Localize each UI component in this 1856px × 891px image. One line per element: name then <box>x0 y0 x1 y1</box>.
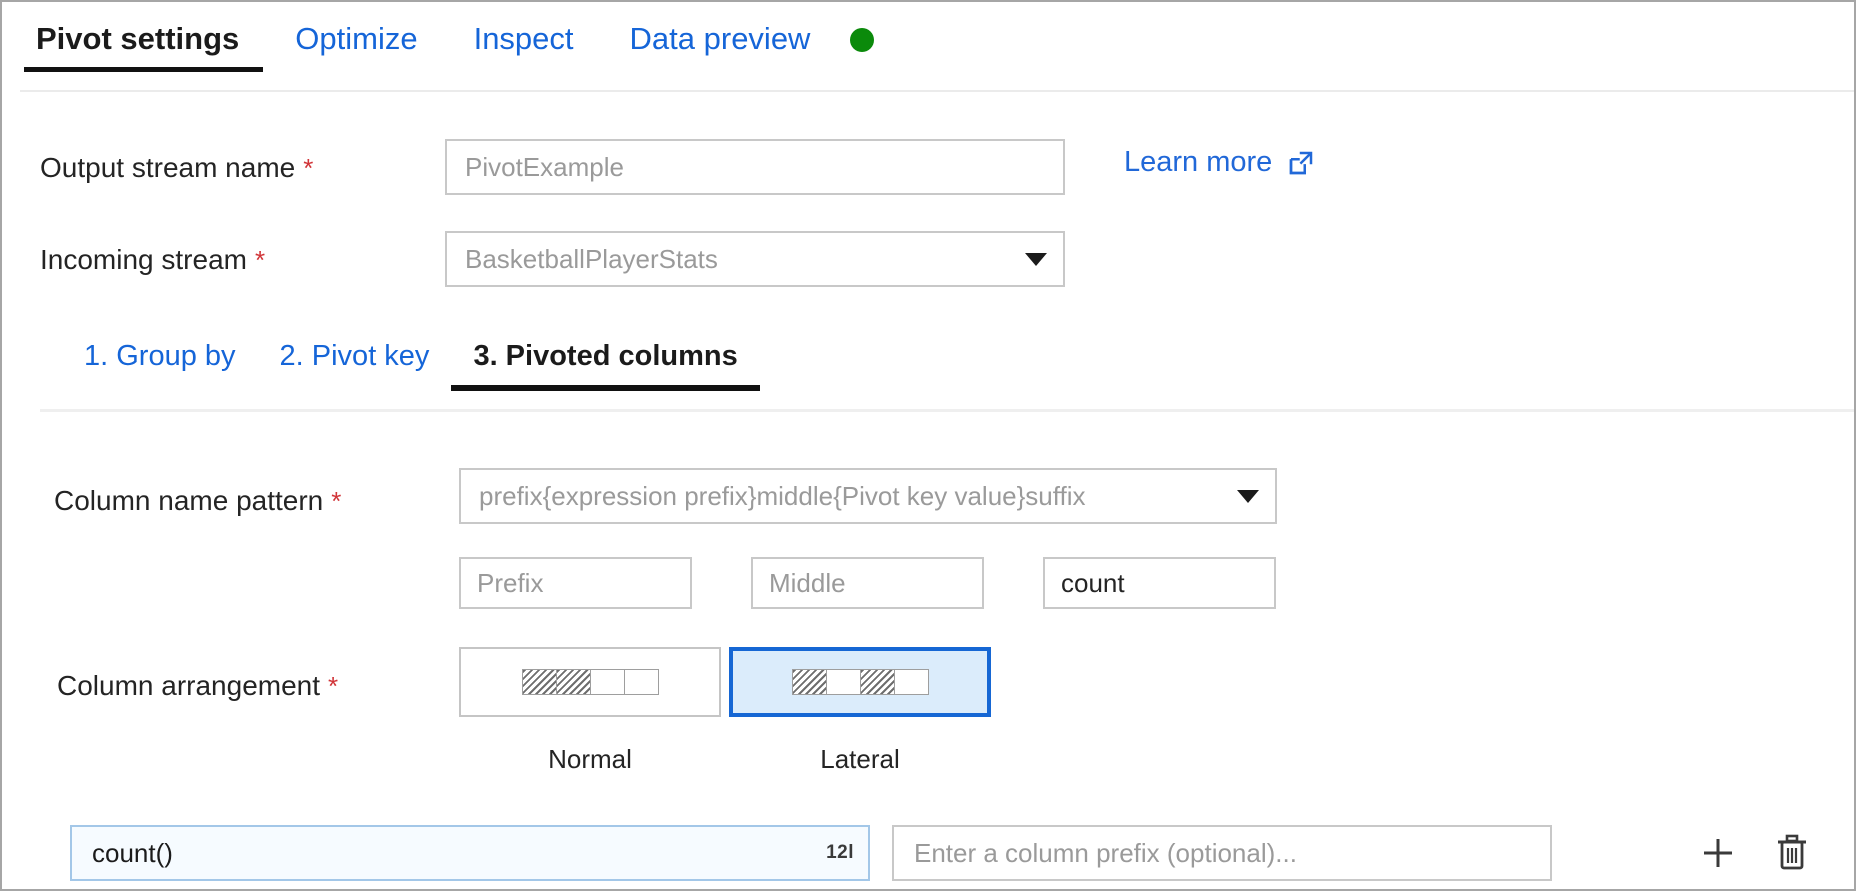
main-tab-strip: Pivot settings Optimize Inspect Data pre… <box>2 2 1854 92</box>
diagram-cell <box>894 669 929 695</box>
output-stream-name-placeholder: PivotExample <box>465 152 624 183</box>
diagram-cell <box>590 669 625 695</box>
output-stream-required-marker: * <box>303 153 313 184</box>
pivoted-column-expression-value: count() <box>92 838 173 869</box>
pattern-middle-input[interactable]: Middle <box>751 557 984 609</box>
pivoted-column-expression-input[interactable]: count() 12l <box>70 825 870 881</box>
diagram-cell <box>826 669 861 695</box>
chevron-down-icon <box>1025 253 1047 266</box>
subtab-group-by[interactable]: 1. Group by <box>62 340 258 391</box>
column-name-pattern-select[interactable]: prefix{expression prefix}middle{Pivot ke… <box>459 468 1277 524</box>
pattern-prefix-placeholder: Prefix <box>477 568 543 599</box>
pattern-prefix-input[interactable]: Prefix <box>459 557 692 609</box>
tab-optimize[interactable]: Optimize <box>267 22 445 72</box>
incoming-stream-label: Incoming stream <box>40 244 247 276</box>
delete-column-button[interactable] <box>1764 825 1820 881</box>
pattern-suffix-input[interactable]: count <box>1043 557 1276 609</box>
column-name-pattern-label-group: Column name pattern * <box>54 485 341 517</box>
status-indicator-dot <box>850 28 874 52</box>
arrangement-lateral-label: Lateral <box>729 744 991 775</box>
diagram-cell <box>792 669 827 695</box>
pattern-middle-placeholder: Middle <box>769 568 846 599</box>
diagram-cell <box>556 669 591 695</box>
column-prefix-placeholder: Enter a column prefix (optional)... <box>914 838 1297 869</box>
incoming-stream-label-group: Incoming stream * <box>40 244 265 276</box>
subtab-pivoted-columns[interactable]: 3. Pivoted columns <box>451 340 759 391</box>
arrangement-option-lateral[interactable] <box>729 647 991 717</box>
lateral-arrangement-diagram <box>792 669 928 695</box>
tab-inspect[interactable]: Inspect <box>446 22 602 72</box>
pivot-settings-panel: Pivot settings Optimize Inspect Data pre… <box>0 0 1856 891</box>
column-arrangement-label: Column arrangement <box>57 670 320 702</box>
chevron-down-icon <box>1237 490 1259 503</box>
output-stream-name-label-group: Output stream name * <box>40 152 313 184</box>
pattern-suffix-value: count <box>1061 568 1125 599</box>
output-stream-name-input[interactable]: PivotExample <box>445 139 1065 195</box>
tab-data-preview[interactable]: Data preview <box>602 22 839 72</box>
plus-icon <box>1696 831 1740 875</box>
learn-more-link[interactable]: Learn more <box>1124 146 1316 179</box>
main-tabs: Pivot settings Optimize Inspect Data pre… <box>24 22 874 72</box>
trash-icon <box>1771 831 1813 875</box>
incoming-stream-value: BasketballPlayerStats <box>465 244 718 275</box>
column-arrangement-required-marker: * <box>328 671 338 702</box>
output-stream-name-label: Output stream name <box>40 152 295 184</box>
arrangement-option-normal[interactable] <box>459 647 721 717</box>
subtab-divider <box>40 409 1854 412</box>
incoming-stream-select[interactable]: BasketballPlayerStats <box>445 231 1065 287</box>
learn-more-label: Learn more <box>1124 146 1272 179</box>
diagram-cell <box>860 669 895 695</box>
column-name-pattern-label: Column name pattern <box>54 485 323 517</box>
external-link-icon <box>1286 148 1316 178</box>
diagram-cell <box>522 669 557 695</box>
column-prefix-input[interactable]: Enter a column prefix (optional)... <box>892 825 1552 881</box>
pivot-step-tabs: 1. Group by 2. Pivot key 3. Pivoted colu… <box>62 340 760 391</box>
subtab-pivot-key[interactable]: 2. Pivot key <box>258 340 452 391</box>
add-column-button[interactable] <box>1690 825 1746 881</box>
incoming-stream-required-marker: * <box>255 245 265 276</box>
tab-strip-divider <box>20 90 1854 92</box>
column-arrangement-label-group: Column arrangement * <box>57 670 338 702</box>
normal-arrangement-diagram <box>522 669 658 695</box>
column-name-pattern-value: prefix{expression prefix}middle{Pivot ke… <box>479 481 1086 512</box>
column-name-pattern-required-marker: * <box>331 486 341 517</box>
arrangement-normal-label: Normal <box>459 744 721 775</box>
data-type-badge: 12l <box>826 842 854 864</box>
tab-pivot-settings[interactable]: Pivot settings <box>24 22 267 72</box>
diagram-cell <box>624 669 659 695</box>
